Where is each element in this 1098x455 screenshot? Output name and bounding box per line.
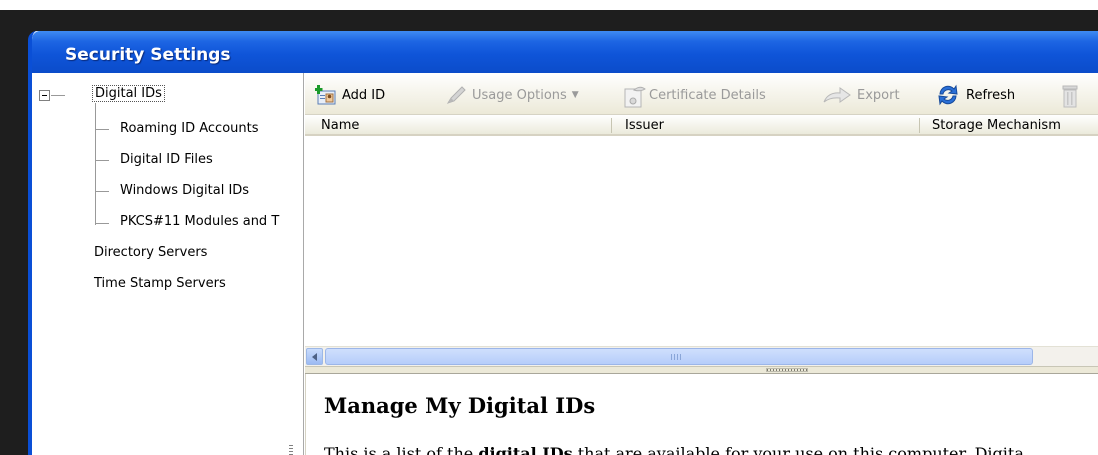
tree-connector	[95, 129, 109, 130]
add-id-button[interactable]: Add ID	[314, 83, 386, 107]
desktop-background	[0, 10, 31, 455]
column-header-issuer[interactable]: Issuer	[625, 118, 664, 133]
pen-icon	[445, 84, 467, 106]
security-settings-window: Security Settings Digital IDs Roaming ID…	[28, 31, 1098, 455]
help-text-bold: digital IDs	[478, 444, 573, 455]
add-id-label: Add ID	[342, 87, 386, 103]
certificate-icon	[622, 84, 646, 108]
tree-item-pkcs11-modules[interactable]: PKCS#11 Modules and T	[120, 214, 279, 229]
refresh-button[interactable]: Refresh	[935, 83, 1015, 107]
refresh-icon	[935, 82, 961, 108]
pane-splitter[interactable]	[305, 366, 1098, 374]
tree-item-directory-servers[interactable]: Directory Servers	[94, 245, 207, 260]
remove-id-button[interactable]	[1059, 83, 1081, 108]
window-title: Security Settings	[65, 45, 231, 65]
column-separator[interactable]	[919, 118, 920, 133]
help-text-suffix: that are available for your use on this …	[572, 444, 1024, 455]
tree-item-digital-ids[interactable]: Digital IDs	[92, 85, 165, 102]
trash-icon	[1059, 84, 1081, 108]
column-header-row: Name Issuer Storage Mechanism	[305, 115, 1098, 136]
export-label: Export	[857, 87, 900, 103]
add-id-icon	[314, 84, 337, 106]
chevron-down-icon: ▼	[571, 90, 579, 100]
collapse-toggle-icon[interactable]	[39, 90, 50, 101]
help-heading: Manage My Digital IDs	[324, 393, 596, 418]
column-header-name[interactable]: Name	[321, 118, 359, 133]
tree-item-time-stamp-servers[interactable]: Time Stamp Servers	[94, 276, 226, 291]
export-arrow-icon	[822, 84, 852, 106]
tree-item-digital-id-files[interactable]: Digital ID Files	[120, 152, 213, 167]
scroll-thumb[interactable]	[325, 348, 1033, 365]
navigation-tree: Digital IDs Roaming ID Accounts Digital …	[32, 73, 304, 455]
tree-connector	[95, 191, 109, 192]
refresh-label: Refresh	[966, 87, 1016, 103]
column-header-storage-mechanism[interactable]: Storage Mechanism	[932, 118, 1061, 133]
help-text: This is a list of the digital IDs that a…	[324, 444, 1024, 455]
tree-connector	[51, 95, 65, 96]
help-pane: Manage My Digital IDs This is a list of …	[305, 374, 1098, 455]
title-bar[interactable]: Security Settings	[32, 31, 1098, 73]
splitter-grip[interactable]	[766, 368, 808, 372]
digital-id-list[interactable]	[305, 136, 1098, 346]
tree-item-windows-digital-ids[interactable]: Windows Digital IDs	[120, 183, 249, 198]
tree-connector	[95, 103, 96, 225]
top-strip	[0, 0, 1098, 10]
main-panel: Add ID Usage Options ▼ Certificate Detai…	[305, 73, 1098, 455]
certificate-details-label: Certificate Details	[649, 87, 766, 103]
horizontal-scrollbar[interactable]	[305, 346, 1098, 366]
toolbar: Add ID Usage Options ▼ Certificate Detai…	[305, 73, 1098, 115]
tree-item-roaming-id-accounts[interactable]: Roaming ID Accounts	[120, 121, 259, 136]
column-separator[interactable]	[611, 118, 612, 133]
tree-connector	[95, 160, 109, 161]
help-text-prefix: This is a list of the	[324, 444, 479, 455]
usage-options-label: Usage Options	[472, 87, 567, 103]
scroll-left-arrow-icon[interactable]	[306, 348, 323, 365]
usage-options-button[interactable]: Usage Options ▼	[445, 83, 579, 107]
vertical-splitter-grip[interactable]	[289, 445, 293, 455]
export-button[interactable]: Export	[822, 83, 900, 107]
certificate-details-button[interactable]: Certificate Details	[622, 83, 766, 108]
tree-connector	[95, 223, 109, 224]
